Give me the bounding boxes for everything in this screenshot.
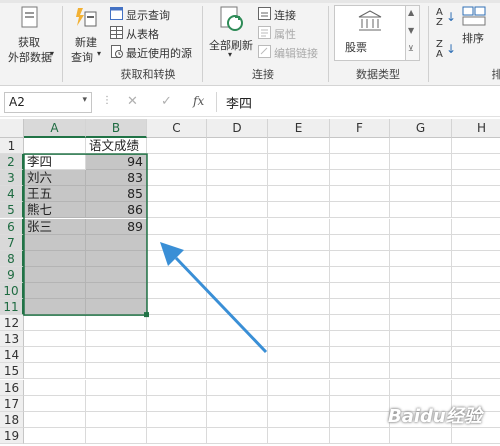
watermark-logo: Baidu经验 — [388, 402, 482, 428]
watermark-text: Baidu经验 — [388, 406, 482, 427]
fill-handle[interactable] — [144, 312, 149, 318]
annotation-arrow-line — [174, 256, 268, 354]
selection-outline — [23, 153, 148, 316]
annotation-overlay — [23, 153, 268, 354]
